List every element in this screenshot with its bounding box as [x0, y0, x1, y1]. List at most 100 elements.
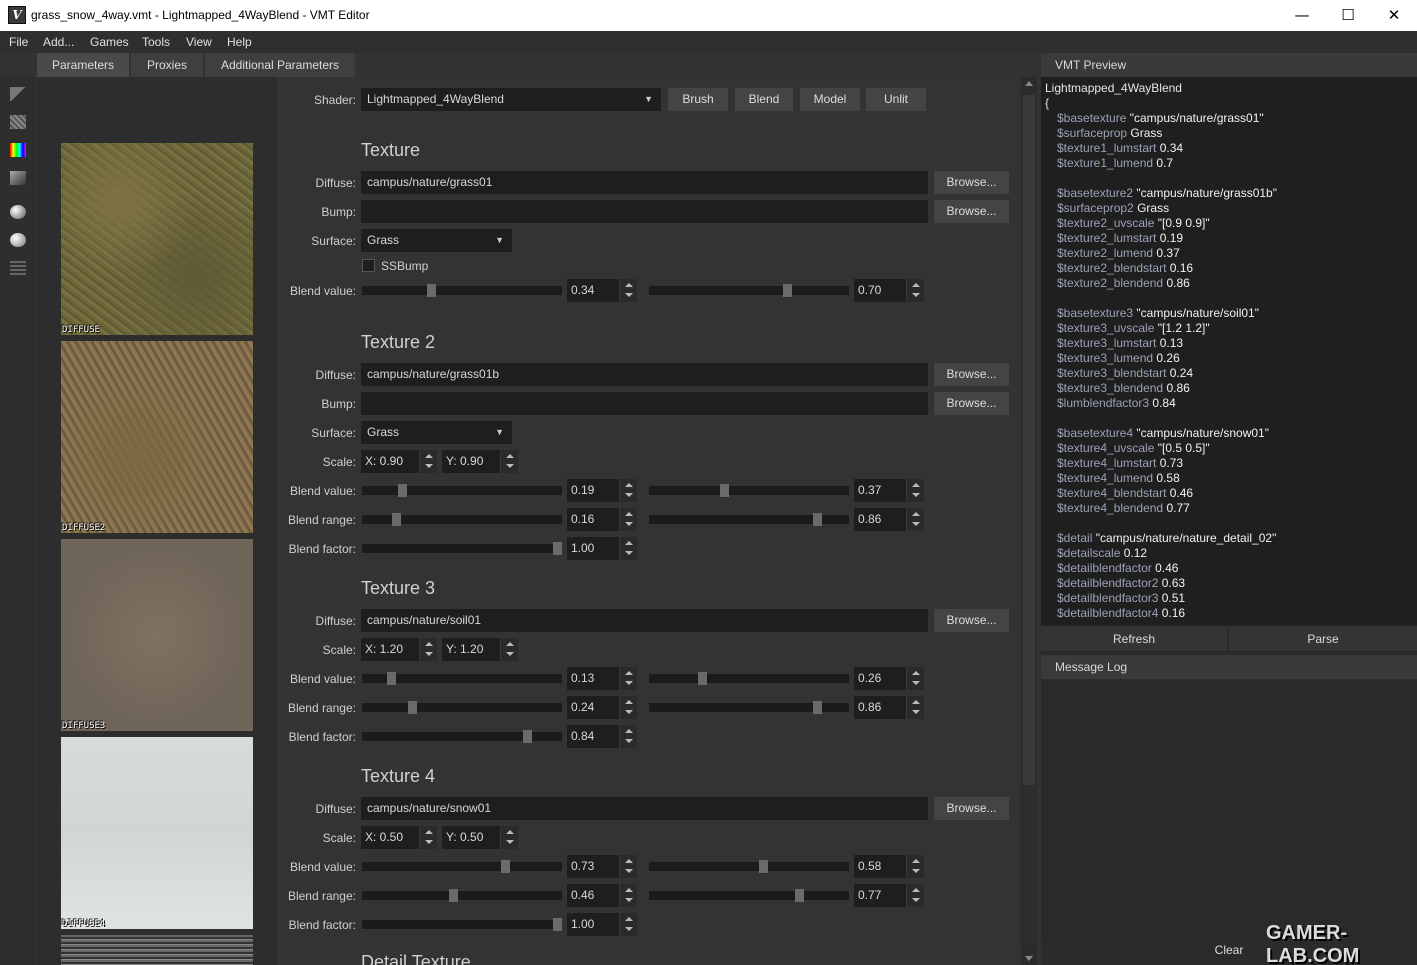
detail-thumbnail[interactable]: [61, 935, 253, 965]
texture2-surface-dropdown[interactable]: Grass ▼: [361, 421, 512, 444]
scroll-up-icon[interactable]: [1025, 81, 1033, 86]
blend-button[interactable]: Blend: [735, 88, 793, 111]
slider-handle[interactable]: [523, 730, 532, 743]
texture4-scale-x-spin[interactable]: X: 0.50: [361, 826, 437, 849]
texture1-blend-value-slider-b[interactable]: [649, 279, 849, 302]
menu-games[interactable]: Games: [90, 35, 129, 49]
menu-file[interactable]: File: [9, 35, 28, 49]
parse-button[interactable]: Parse: [1229, 627, 1417, 651]
shader-dropdown[interactable]: Lightmapped_4WayBlend ▼: [361, 88, 661, 111]
texture3-blend-range-slider-a[interactable]: [362, 696, 562, 719]
brush-tool-icon[interactable]: [10, 87, 26, 101]
texture3-scale-x-spin[interactable]: X: 1.20: [361, 638, 437, 661]
tab-proxies[interactable]: Proxies: [131, 53, 203, 77]
slider-handle[interactable]: [398, 484, 407, 497]
texture1-bump-field[interactable]: [361, 200, 928, 223]
parameters-scrollbar[interactable]: [1021, 77, 1037, 965]
texture4-blend-value-slider-b[interactable]: [649, 855, 849, 878]
texture3-blend-range-spin-b[interactable]: 0.86: [854, 696, 924, 719]
minimize-button[interactable]: —: [1279, 0, 1325, 31]
slider-handle[interactable]: [795, 889, 804, 902]
texture4-blend-range-spin-b[interactable]: 0.77: [854, 884, 924, 907]
texture1-diffuse-field[interactable]: campus/nature/grass01: [361, 171, 928, 194]
texture1-blend-value-spin-a[interactable]: 0.34: [567, 279, 637, 302]
slider-handle[interactable]: [813, 513, 822, 526]
slider-handle[interactable]: [813, 701, 822, 714]
texture3-blend-factor-slider[interactable]: [362, 725, 562, 748]
texture1-surface-dropdown[interactable]: Grass ▼: [361, 229, 512, 252]
texture1-blend-value-spin-b[interactable]: 0.70: [854, 279, 924, 302]
tab-additional-parameters[interactable]: Additional Parameters: [205, 53, 355, 77]
diffuse4-thumbnail[interactable]: DIFFUSE4: [61, 737, 253, 929]
vmt-preview-text[interactable]: Lightmapped_4WayBlend{$basetexture "camp…: [1041, 77, 1417, 625]
slider-handle[interactable]: [783, 284, 792, 297]
texture3-blend-range-slider-b[interactable]: [649, 696, 849, 719]
slider-handle[interactable]: [408, 701, 417, 714]
texture4-diffuse-browse-button[interactable]: Browse...: [934, 797, 1009, 820]
texture3-blend-range-spin-a[interactable]: 0.24: [567, 696, 637, 719]
refresh-button[interactable]: Refresh: [1041, 627, 1227, 651]
texture2-bump-browse-button[interactable]: Browse...: [934, 392, 1009, 415]
texture3-scale-y-spin[interactable]: Y: 1.20: [442, 638, 518, 661]
texture4-blend-factor-slider[interactable]: [362, 913, 562, 936]
texture4-blend-range-spin-a[interactable]: 0.46: [567, 884, 637, 907]
texture1-blend-value-slider-a[interactable]: [362, 279, 562, 302]
texture3-blend-value-slider-b[interactable]: [649, 667, 849, 690]
texture2-blend-value-spin-a[interactable]: 0.19: [567, 479, 637, 502]
diffuse2-thumbnail[interactable]: DIFFUSE2: [61, 341, 253, 533]
texture4-blend-factor-spin[interactable]: 1.00: [567, 913, 637, 936]
texture2-blend-range-spin-a[interactable]: 0.16: [567, 508, 637, 531]
texture1-diffuse-browse-button[interactable]: Browse...: [934, 171, 1009, 194]
texture4-blend-value-spin-a[interactable]: 0.73: [567, 855, 637, 878]
texture3-blend-value-spin-b[interactable]: 0.26: [854, 667, 924, 690]
face-tool-icon[interactable]: [10, 205, 26, 219]
texture2-blend-value-slider-a[interactable]: [362, 479, 562, 502]
brush-button[interactable]: Brush: [668, 88, 728, 111]
slider-handle[interactable]: [759, 860, 768, 873]
menu-add[interactable]: Add...: [43, 35, 74, 49]
slider-handle[interactable]: [387, 672, 396, 685]
texture4-diffuse-field[interactable]: campus/nature/snow01: [361, 797, 928, 820]
texture2-blend-range-slider-b[interactable]: [649, 508, 849, 531]
slider-handle[interactable]: [501, 860, 510, 873]
sphere-tool-icon[interactable]: [10, 233, 26, 247]
slider-handle[interactable]: [698, 672, 707, 685]
menu-view[interactable]: View: [186, 35, 212, 49]
texture2-scale-x-spin[interactable]: X: 0.90: [361, 450, 437, 473]
list-tool-icon[interactable]: [10, 261, 26, 275]
model-button[interactable]: Model: [800, 88, 860, 111]
texture4-blend-value-spin-b[interactable]: 0.58: [854, 855, 924, 878]
close-button[interactable]: ✕: [1371, 0, 1417, 31]
color-tool-icon[interactable]: [10, 143, 26, 157]
texture3-blend-value-spin-a[interactable]: 0.13: [567, 667, 637, 690]
unlit-button[interactable]: Unlit: [866, 88, 926, 111]
slider-handle[interactable]: [449, 889, 458, 902]
texture2-diffuse-browse-button[interactable]: Browse...: [934, 363, 1009, 386]
slider-handle[interactable]: [427, 284, 436, 297]
texture3-diffuse-field[interactable]: campus/nature/soil01: [361, 609, 928, 632]
maximize-button[interactable]: ☐: [1325, 0, 1371, 31]
message-log-area[interactable]: [1041, 680, 1417, 938]
texture4-blend-range-slider-a[interactable]: [362, 884, 562, 907]
menu-help[interactable]: Help: [227, 35, 252, 49]
scroll-down-icon[interactable]: [1025, 956, 1033, 961]
texture2-blend-factor-slider[interactable]: [362, 537, 562, 560]
texture2-scale-y-spin[interactable]: Y: 0.90: [442, 450, 518, 473]
slider-handle[interactable]: [720, 484, 729, 497]
texture2-blend-value-slider-b[interactable]: [649, 479, 849, 502]
texture2-blend-range-slider-a[interactable]: [362, 508, 562, 531]
texture4-scale-y-spin[interactable]: Y: 0.50: [442, 826, 518, 849]
gradient-tool-icon[interactable]: [10, 171, 26, 185]
texture3-blend-factor-spin[interactable]: 0.84: [567, 725, 637, 748]
texture2-blend-range-spin-b[interactable]: 0.86: [854, 508, 924, 531]
menu-tools[interactable]: Tools: [142, 35, 170, 49]
texture1-bump-browse-button[interactable]: Browse...: [934, 200, 1009, 223]
diffuse-thumbnail[interactable]: DIFFUSE: [61, 143, 253, 335]
texture2-blend-factor-spin[interactable]: 1.00: [567, 537, 637, 560]
slider-handle[interactable]: [553, 542, 562, 555]
texture4-blend-value-slider-a[interactable]: [362, 855, 562, 878]
pattern-tool-icon[interactable]: [10, 115, 26, 129]
texture3-diffuse-browse-button[interactable]: Browse...: [934, 609, 1009, 632]
slider-handle[interactable]: [392, 513, 401, 526]
texture2-bump-field[interactable]: [361, 392, 928, 415]
